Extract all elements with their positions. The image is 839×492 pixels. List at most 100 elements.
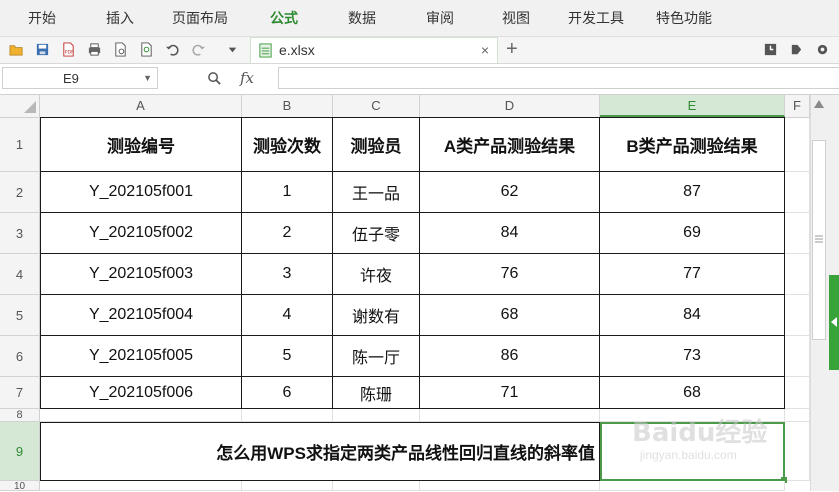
zoom-search-icon[interactable] bbox=[206, 70, 223, 87]
file-tab[interactable]: e.xlsx × bbox=[250, 37, 498, 63]
empty-cell[interactable] bbox=[40, 409, 242, 422]
empty-cell[interactable] bbox=[785, 295, 810, 336]
column-header-c[interactable]: C bbox=[333, 95, 420, 117]
table-cell[interactable]: 68 bbox=[420, 295, 600, 336]
empty-cell[interactable] bbox=[785, 118, 810, 172]
table-cell[interactable]: Y_202105f001 bbox=[41, 172, 242, 213]
empty-cell[interactable] bbox=[600, 481, 785, 491]
table-cell[interactable]: 68 bbox=[600, 377, 785, 409]
header-cell-id[interactable]: 测验编号 bbox=[41, 118, 242, 172]
table-cell[interactable]: 伍子零 bbox=[333, 213, 420, 254]
table-cell[interactable]: Y_202105f002 bbox=[41, 213, 242, 254]
table-cell[interactable]: 76 bbox=[420, 254, 600, 295]
table-cell[interactable]: 84 bbox=[420, 213, 600, 254]
function-icon[interactable]: fx bbox=[240, 64, 254, 93]
row-header-6[interactable]: 6 bbox=[0, 336, 40, 377]
settings-icon[interactable] bbox=[814, 41, 831, 58]
export-pdf-icon[interactable]: PDF bbox=[60, 41, 77, 58]
empty-cell[interactable] bbox=[785, 172, 810, 213]
share-icon[interactable] bbox=[788, 41, 805, 58]
column-header-b[interactable]: B bbox=[242, 95, 333, 117]
table-cell[interactable]: 5 bbox=[242, 336, 333, 377]
row-header-2[interactable]: 2 bbox=[0, 172, 40, 213]
row-header-10[interactable]: 10 bbox=[0, 481, 40, 492]
table-cell[interactable]: 73 bbox=[600, 336, 785, 377]
open-folder-icon[interactable] bbox=[8, 41, 25, 58]
row-header-1[interactable]: 1 bbox=[0, 118, 40, 172]
empty-cell[interactable] bbox=[242, 481, 333, 491]
table-cell[interactable]: 77 bbox=[600, 254, 785, 295]
table-cell[interactable]: 许夜 bbox=[333, 254, 420, 295]
close-tab-icon[interactable]: × bbox=[481, 38, 489, 63]
header-cell-tester[interactable]: 测验员 bbox=[333, 118, 420, 172]
empty-cell[interactable] bbox=[333, 409, 420, 422]
new-tab-icon[interactable]: + bbox=[506, 37, 518, 61]
table-cell[interactable]: Y_202105f003 bbox=[41, 254, 242, 295]
row-header-7[interactable]: 7 bbox=[0, 377, 40, 409]
formula-input[interactable] bbox=[278, 67, 839, 89]
empty-cell[interactable] bbox=[785, 254, 810, 295]
column-header-a[interactable]: A bbox=[40, 95, 242, 117]
table-cell[interactable]: 王一品 bbox=[333, 172, 420, 213]
table-cell[interactable]: 86 bbox=[420, 336, 600, 377]
more-dropdown-icon[interactable] bbox=[224, 41, 241, 58]
header-cell-count[interactable]: 测验次数 bbox=[242, 118, 333, 172]
name-box[interactable]: E9 ▼ bbox=[2, 67, 158, 89]
row-header-9[interactable]: 9 bbox=[0, 422, 40, 481]
table-cell[interactable]: 陈一厅 bbox=[333, 336, 420, 377]
row-header-4[interactable]: 4 bbox=[0, 254, 40, 295]
select-all-corner[interactable] bbox=[0, 95, 40, 117]
question-cell[interactable]: 怎么用WPS求指定两类产品线性回归直线的斜率值 bbox=[40, 422, 600, 481]
print-preview-icon[interactable] bbox=[112, 41, 129, 58]
empty-cell[interactable] bbox=[785, 213, 810, 254]
menu-page-layout[interactable]: 页面布局 bbox=[172, 0, 228, 36]
chevron-down-icon[interactable]: ▼ bbox=[143, 68, 152, 89]
undo-icon[interactable] bbox=[164, 41, 181, 58]
empty-cell[interactable] bbox=[40, 481, 242, 491]
empty-cell[interactable] bbox=[242, 409, 333, 422]
empty-cell[interactable] bbox=[785, 377, 810, 409]
empty-cell[interactable] bbox=[333, 481, 420, 491]
history-icon[interactable] bbox=[762, 41, 779, 58]
table-cell[interactable]: 4 bbox=[242, 295, 333, 336]
print-icon[interactable] bbox=[86, 41, 103, 58]
menu-view[interactable]: 视图 bbox=[502, 0, 530, 36]
empty-cell[interactable] bbox=[420, 409, 600, 422]
table-cell[interactable]: 6 bbox=[242, 377, 333, 409]
redo-icon[interactable] bbox=[190, 41, 207, 58]
scrollbar-thumb[interactable] bbox=[812, 140, 826, 340]
table-cell[interactable]: 69 bbox=[600, 213, 785, 254]
table-cell[interactable]: Y_202105f005 bbox=[41, 336, 242, 377]
menu-data[interactable]: 数据 bbox=[348, 0, 376, 36]
row-header-3[interactable]: 3 bbox=[0, 213, 40, 254]
table-cell[interactable]: 谢数有 bbox=[333, 295, 420, 336]
table-cell[interactable]: 3 bbox=[242, 254, 333, 295]
menu-developer[interactable]: 开发工具 bbox=[568, 0, 624, 36]
menu-formulas[interactable]: 公式 bbox=[270, 0, 298, 36]
menu-start[interactable]: 开始 bbox=[28, 0, 56, 36]
empty-cell[interactable] bbox=[785, 336, 810, 377]
table-cell[interactable]: 84 bbox=[600, 295, 785, 336]
table-cell[interactable]: 2 bbox=[242, 213, 333, 254]
column-header-f[interactable]: F bbox=[785, 95, 810, 117]
menu-insert[interactable]: 插入 bbox=[106, 0, 134, 36]
find-icon[interactable] bbox=[138, 41, 155, 58]
table-cell[interactable]: 1 bbox=[242, 172, 333, 213]
table-cell[interactable]: 62 bbox=[420, 172, 600, 213]
menu-review[interactable]: 审阅 bbox=[426, 0, 454, 36]
empty-cell[interactable] bbox=[420, 481, 600, 491]
column-header-d[interactable]: D bbox=[420, 95, 600, 117]
column-header-e[interactable]: E bbox=[600, 95, 785, 117]
menu-special[interactable]: 特色功能 bbox=[656, 0, 712, 36]
header-cell-a-result[interactable]: A类产品测验结果 bbox=[420, 118, 600, 172]
row-header-5[interactable]: 5 bbox=[0, 295, 40, 336]
table-cell[interactable]: Y_202105f004 bbox=[41, 295, 242, 336]
table-cell[interactable]: 87 bbox=[600, 172, 785, 213]
save-icon[interactable] bbox=[34, 41, 51, 58]
table-cell[interactable]: Y_202105f006 bbox=[41, 377, 242, 409]
side-panel-toggle[interactable] bbox=[829, 275, 839, 370]
header-cell-b-result[interactable]: B类产品测验结果 bbox=[600, 118, 785, 172]
table-cell[interactable]: 陈珊 bbox=[333, 377, 420, 409]
table-cell[interactable]: 71 bbox=[420, 377, 600, 409]
row-header-8[interactable]: 8 bbox=[0, 409, 40, 422]
